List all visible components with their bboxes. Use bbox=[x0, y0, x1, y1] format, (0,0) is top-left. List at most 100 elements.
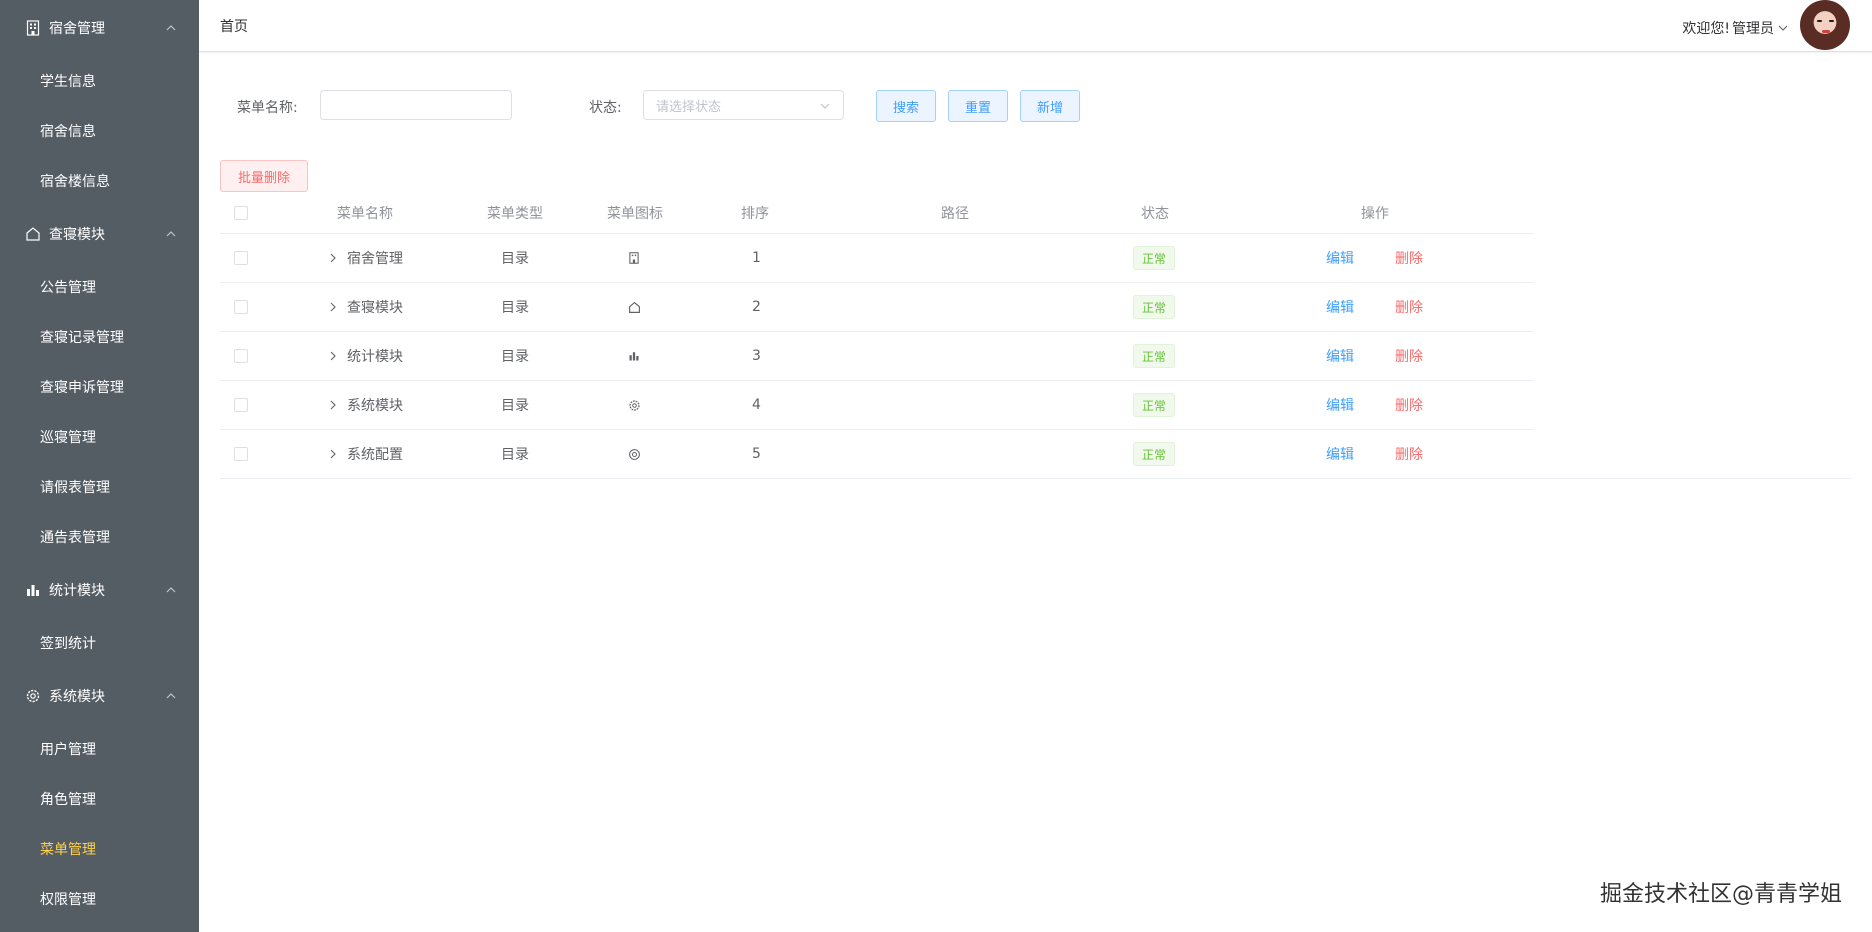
delete-link[interactable]: 删除 bbox=[1395, 234, 1423, 282]
batch-delete-button[interactable]: 批量删除 bbox=[220, 160, 308, 192]
sidebar-group-system[interactable]: 系统模块 bbox=[0, 668, 199, 724]
edit-link[interactable]: 编辑 bbox=[1326, 283, 1354, 331]
sidebar-item-notice[interactable]: 公告管理 bbox=[0, 262, 199, 312]
sidebar-item-dorm-info[interactable]: 宿舍信息 bbox=[0, 106, 199, 156]
select-all-checkbox[interactable] bbox=[234, 206, 248, 220]
edit-link[interactable]: 编辑 bbox=[1326, 332, 1354, 380]
gear-icon bbox=[24, 687, 42, 705]
menu-type-cell: 目录 bbox=[501, 447, 529, 463]
delete-link[interactable]: 删除 bbox=[1395, 283, 1423, 331]
sidebar-group-label: 系统模块 bbox=[49, 689, 105, 705]
watermark-text: 掘金技术社区@青青学姐 bbox=[1599, 882, 1842, 907]
gear-icon bbox=[628, 381, 641, 429]
row-checkbox[interactable] bbox=[234, 447, 248, 461]
delete-link[interactable]: 删除 bbox=[1395, 381, 1423, 429]
edit-link[interactable]: 编辑 bbox=[1326, 234, 1354, 282]
status-tag: 正常 bbox=[1133, 442, 1176, 466]
welcome-text: 欢迎您! bbox=[1682, 21, 1730, 37]
table-row: 统计模块 目录 3 正常 编辑 删除 bbox=[220, 332, 1534, 381]
sidebar-item-check-records[interactable]: 查寝记录管理 bbox=[0, 312, 199, 362]
row-checkbox[interactable] bbox=[234, 300, 248, 314]
status-select[interactable]: 请选择状态 bbox=[643, 90, 844, 120]
menu-type-cell: 目录 bbox=[501, 398, 529, 414]
user-name: 管理员 bbox=[1732, 21, 1774, 37]
table-header: 菜单名称 菜单类型 菜单图标 排序 路径 状态 操作 bbox=[220, 193, 1534, 234]
bar-chart-icon bbox=[24, 581, 42, 599]
status-tag: 正常 bbox=[1133, 295, 1176, 319]
avatar[interactable] bbox=[1800, 0, 1850, 50]
sort-cell: 1 bbox=[752, 250, 761, 266]
menu-name-input[interactable] bbox=[320, 90, 512, 120]
menu-name-cell: 统计模块 bbox=[328, 332, 403, 380]
user-dropdown[interactable]: 管理员 bbox=[1732, 18, 1788, 38]
edit-link[interactable]: 编辑 bbox=[1326, 381, 1354, 429]
col-path: 路径 bbox=[941, 206, 969, 222]
settings-icon bbox=[628, 430, 641, 478]
menu-type-cell: 目录 bbox=[501, 251, 529, 267]
status-tag: 正常 bbox=[1133, 246, 1176, 270]
menu-name-cell: 系统配置 bbox=[328, 430, 403, 478]
row-checkbox[interactable] bbox=[234, 251, 248, 265]
col-menu-name: 菜单名称 bbox=[337, 206, 393, 222]
search-button[interactable]: 搜索 bbox=[876, 90, 936, 122]
col-actions: 操作 bbox=[1361, 206, 1389, 222]
sidebar-item-announcement[interactable]: 通告表管理 bbox=[0, 512, 199, 562]
status-tag: 正常 bbox=[1133, 344, 1176, 368]
sort-cell: 3 bbox=[752, 348, 761, 364]
delete-link[interactable]: 删除 bbox=[1395, 332, 1423, 380]
chevron-right-icon[interactable] bbox=[328, 449, 338, 459]
delete-link[interactable]: 删除 bbox=[1395, 430, 1423, 478]
chevron-right-icon[interactable] bbox=[328, 302, 338, 312]
chevron-up-icon bbox=[166, 231, 176, 237]
status-tag: 正常 bbox=[1133, 393, 1176, 417]
menu-type-cell: 目录 bbox=[501, 349, 529, 365]
sidebar-group-label: 宿舍管理 bbox=[49, 21, 105, 37]
sidebar-item-leave[interactable]: 请假表管理 bbox=[0, 462, 199, 512]
table-row: 查寝模块 目录 2 正常 编辑 删除 bbox=[220, 283, 1534, 332]
sidebar-group-inspection[interactable]: 查寝模块 bbox=[0, 206, 199, 262]
sidebar-item-patrol[interactable]: 巡寝管理 bbox=[0, 412, 199, 462]
chevron-down-icon bbox=[1778, 25, 1788, 31]
menu-name-cell: 系统模块 bbox=[328, 381, 403, 429]
edit-link[interactable]: 编辑 bbox=[1326, 430, 1354, 478]
sidebar-item-student-info[interactable]: 学生信息 bbox=[0, 56, 199, 106]
sidebar-item-permissions[interactable]: 权限管理 bbox=[0, 874, 199, 924]
sidebar-group-label: 统计模块 bbox=[49, 583, 105, 599]
building-icon bbox=[628, 234, 640, 282]
chevron-right-icon[interactable] bbox=[328, 351, 338, 361]
sidebar-item-building-info[interactable]: 宿舍楼信息 bbox=[0, 156, 199, 206]
top-header: 首页 欢迎您! 管理员 bbox=[199, 0, 1872, 52]
status-label: 状态: bbox=[589, 100, 622, 116]
sidebar-item-roles[interactable]: 角色管理 bbox=[0, 774, 199, 824]
chevron-right-icon[interactable] bbox=[328, 400, 338, 410]
status-placeholder: 请选择状态 bbox=[656, 99, 722, 115]
home-icon bbox=[24, 225, 42, 243]
sort-cell: 4 bbox=[752, 397, 761, 413]
sidebar: 宿舍管理 学生信息 宿舍信息 宿舍楼信息 查寝模块 公告管理 查寝记录管理 查寝… bbox=[0, 0, 199, 932]
bar-chart-icon bbox=[628, 332, 640, 380]
sort-cell: 2 bbox=[752, 299, 761, 315]
chevron-down-icon bbox=[820, 103, 830, 109]
sidebar-item-check-appeal[interactable]: 查寝申诉管理 bbox=[0, 362, 199, 412]
menu-table: 菜单名称 菜单类型 菜单图标 排序 路径 状态 操作 宿舍管理 目录 1 正常 … bbox=[220, 193, 1851, 479]
row-checkbox[interactable] bbox=[234, 349, 248, 363]
col-menu-type: 菜单类型 bbox=[487, 206, 543, 222]
sidebar-item-signin-stats[interactable]: 签到统计 bbox=[0, 618, 199, 668]
sidebar-group-dormitory[interactable]: 宿舍管理 bbox=[0, 0, 199, 56]
table-row: 宿舍管理 目录 1 正常 编辑 删除 bbox=[220, 234, 1534, 283]
row-checkbox[interactable] bbox=[234, 398, 248, 412]
sidebar-item-users[interactable]: 用户管理 bbox=[0, 724, 199, 774]
chevron-up-icon bbox=[166, 693, 176, 699]
reset-button[interactable]: 重置 bbox=[948, 90, 1008, 122]
menu-type-cell: 目录 bbox=[501, 300, 529, 316]
sidebar-item-menus[interactable]: 菜单管理 bbox=[0, 824, 199, 874]
add-button[interactable]: 新增 bbox=[1020, 90, 1080, 122]
breadcrumb-home[interactable]: 首页 bbox=[220, 16, 248, 36]
sidebar-group-statistics[interactable]: 统计模块 bbox=[0, 562, 199, 618]
chevron-right-icon[interactable] bbox=[328, 253, 338, 263]
table-row: 系统模块 目录 4 正常 编辑 删除 bbox=[220, 381, 1534, 430]
sidebar-group-label: 查寝模块 bbox=[49, 227, 105, 243]
col-status: 状态 bbox=[1141, 206, 1169, 222]
col-menu-icon: 菜单图标 bbox=[607, 206, 663, 222]
chevron-up-icon bbox=[166, 25, 176, 31]
